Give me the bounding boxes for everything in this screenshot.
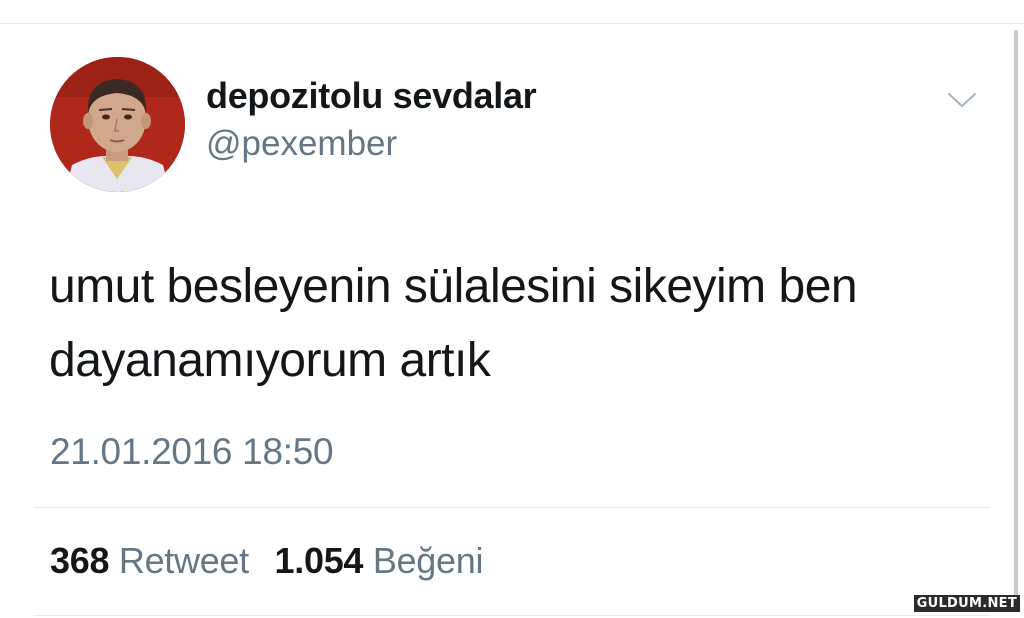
username[interactable]: @pexember (206, 124, 397, 164)
tweet-text: umut besleyenin sülalesini sikeyim ben d… (49, 250, 979, 398)
retweet-label: Retweet (118, 540, 249, 581)
like-count: 1.054 (274, 540, 364, 581)
retweet-count-link[interactable]: 368 Retweet (50, 540, 249, 582)
tweet-text-line: dayanamıyorum artık (49, 334, 491, 387)
scrollbar[interactable] (1014, 30, 1018, 610)
retweet-count: 368 (50, 540, 110, 581)
tweet-timestamp[interactable]: 21.01.2016 18:50 (50, 431, 334, 473)
avatar[interactable] (50, 57, 185, 192)
divider (34, 615, 990, 616)
tweet-text-line: umut besleyenin sülalesini sikeyim ben (49, 260, 858, 313)
chevron-down-icon[interactable] (946, 88, 978, 112)
watermark: GULDUM.NET (913, 595, 1020, 612)
like-count-link[interactable]: 1.054 Beğeni (275, 540, 484, 582)
top-divider (0, 23, 1024, 24)
avatar-photo (50, 57, 185, 192)
tweet-stats: 368 Retweet 1.054 Beğeni (50, 540, 483, 582)
divider (34, 507, 990, 508)
display-name[interactable]: depozitolu sevdalar (206, 75, 537, 117)
like-label: Beğeni (372, 540, 484, 581)
